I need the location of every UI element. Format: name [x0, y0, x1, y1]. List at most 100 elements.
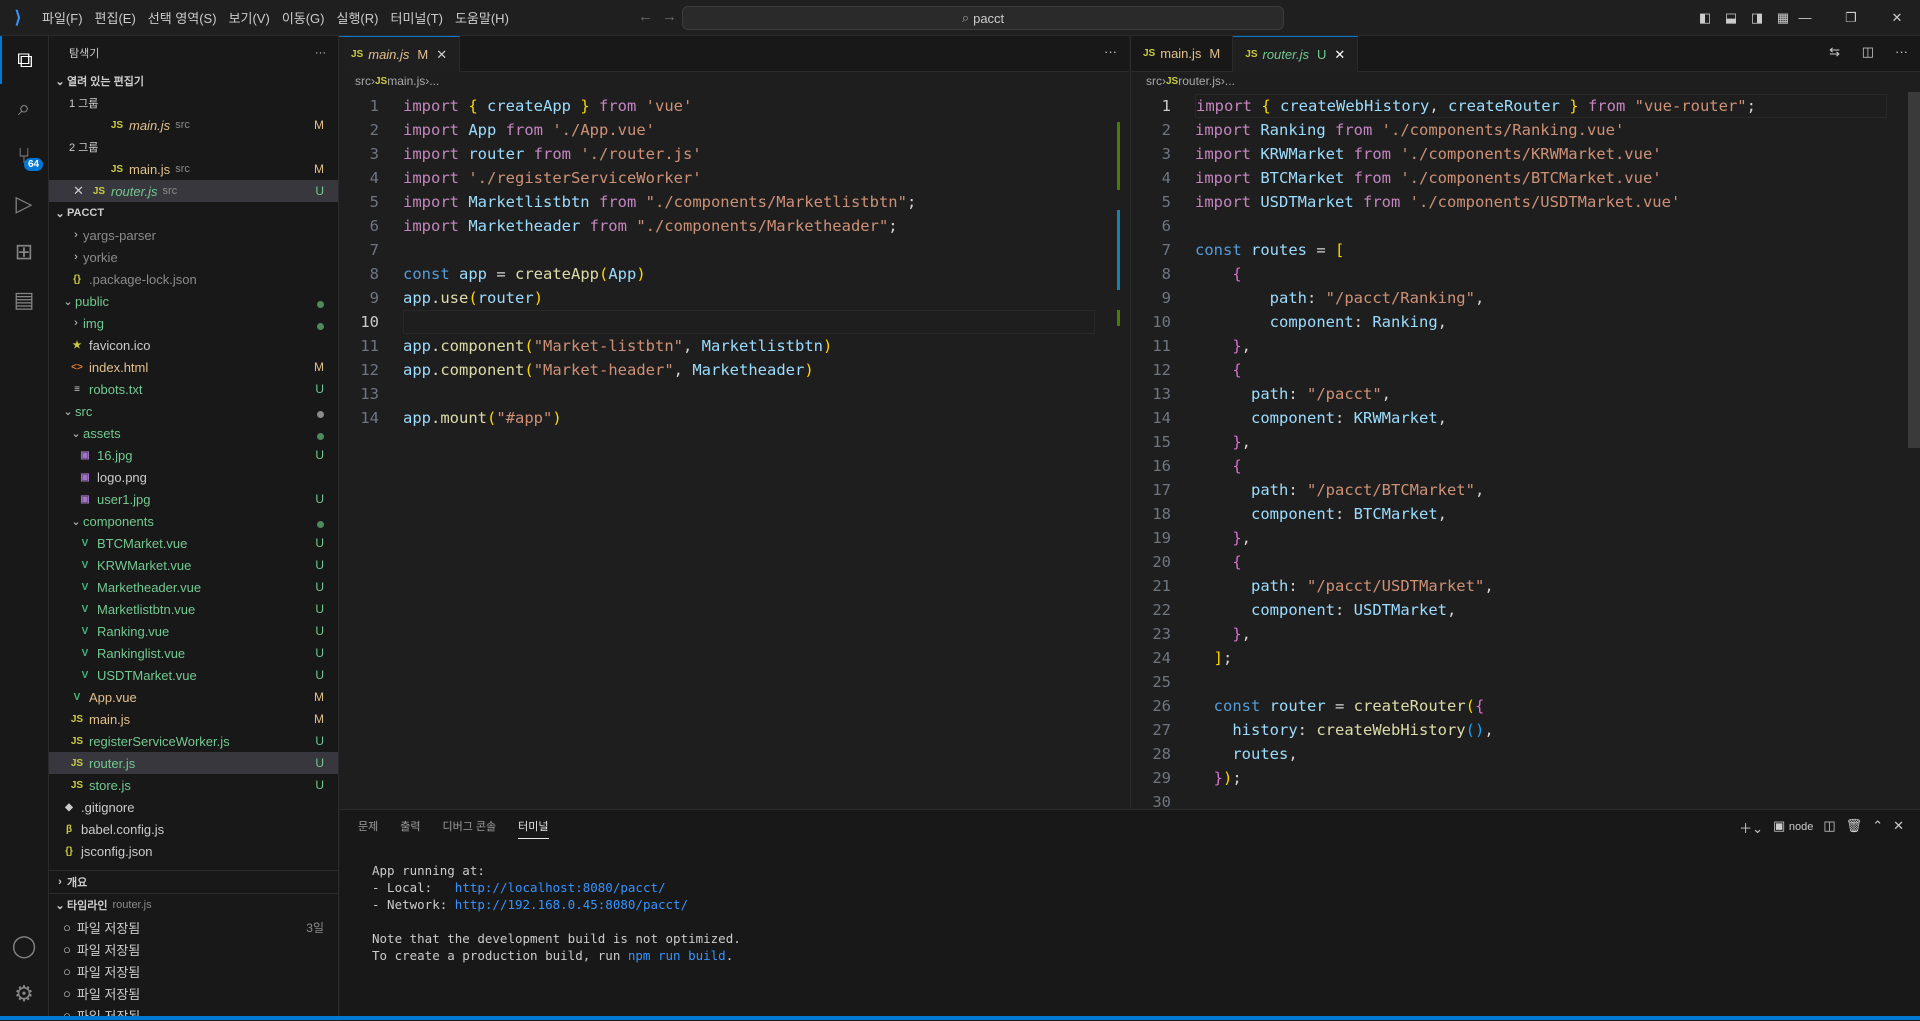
menu-item[interactable]: 실행(R)	[331, 8, 385, 27]
editor-group-1[interactable]: 1 그룹	[49, 92, 338, 114]
code-line[interactable]: import Ranking from './components/Rankin…	[1195, 118, 1624, 142]
file-tree-item[interactable]: V App.vue M	[49, 686, 338, 708]
editor-group-2[interactable]: 2 그룹	[49, 136, 338, 158]
local-url-link[interactable]: http://localhost:8080/pacct/	[455, 880, 666, 895]
code-line[interactable]: app.use(router)	[403, 286, 543, 310]
toggle-panel-icon[interactable]: ⬓	[1718, 10, 1744, 26]
code-line[interactable]: const routes = [	[1195, 238, 1344, 262]
file-tree-item[interactable]: ▣ 16.jpg U	[49, 444, 338, 466]
menu-item[interactable]: 선택 영역(S)	[142, 8, 223, 27]
code-line[interactable]: const app = createApp(App)	[403, 262, 646, 286]
code-line[interactable]: component: BTCMarket,	[1195, 502, 1447, 526]
remote-explorer-icon[interactable]: ▤	[0, 276, 48, 324]
command-center-search[interactable]: ⌕ pacct	[682, 6, 1284, 30]
tab-router-js[interactable]: JS router.js U ✕	[1233, 36, 1359, 72]
panel-tab[interactable]: 문제	[358, 818, 378, 839]
forward-arrow-icon[interactable]: →	[656, 8, 683, 25]
file-tree-item[interactable]: ⌄ public	[49, 290, 338, 312]
code-line[interactable]: path: "/pacct",	[1195, 382, 1391, 406]
more-actions-icon[interactable]: ···	[1104, 44, 1117, 59]
code-line[interactable]: history: createWebHistory(),	[1195, 718, 1493, 742]
menu-item[interactable]: 파일(F)	[36, 8, 89, 27]
code-line[interactable]: import { createWebHistory, createRouter …	[1195, 94, 1887, 118]
editor1-code[interactable]: 1 import { createApp } from 'vue' 2 import …	[339, 92, 1129, 808]
file-tree-item[interactable]: V Marketheader.vue U	[49, 576, 338, 598]
code-line[interactable]: },	[1195, 622, 1251, 646]
code-line[interactable]: import './registerServiceWorker'	[403, 166, 702, 190]
file-tree-item[interactable]: JS store.js U	[49, 774, 338, 796]
breadcrumb-item[interactable]: src	[355, 74, 371, 88]
terminal-shell-icon[interactable]: ▣ node	[1773, 818, 1813, 837]
code-line[interactable]: const router = createRouter({	[1195, 694, 1485, 718]
menu-item[interactable]: 터미널(T)	[384, 8, 448, 27]
split-terminal-icon[interactable]: ◫	[1823, 818, 1835, 837]
file-tree-item[interactable]: V Ranking.vue U	[49, 620, 338, 642]
file-tree-item[interactable]: ⌄ src	[49, 400, 338, 422]
minimize-icon[interactable]: —	[1782, 10, 1828, 25]
open-editors-section[interactable]: ⌄ 열려 있는 편집기	[49, 70, 338, 92]
breadcrumb-item[interactable]: ...	[429, 74, 439, 88]
new-terminal-icon[interactable]: ＋⌄	[1739, 818, 1763, 837]
editor2-code[interactable]: 1 import { createWebHistory, createRouter…	[1131, 92, 1920, 808]
code-line[interactable]: app.component("Market-header", Markethea…	[403, 358, 814, 382]
code-line[interactable]: import App from './App.vue'	[403, 118, 655, 142]
tab-main-js[interactable]: JS main.js M	[1131, 36, 1234, 71]
split-editor-icon[interactable]: ◫	[1862, 44, 1874, 60]
file-tree-item[interactable]: V Rankinglist.vue U	[49, 642, 338, 664]
timeline-item[interactable]: ○ 파일 저장됨	[49, 960, 338, 982]
tab-main-js[interactable]: JS main.js M ✕	[339, 36, 461, 72]
more-actions-icon[interactable]: ···	[315, 47, 326, 59]
explorer-icon[interactable]: ⧉	[0, 36, 48, 84]
timeline-item[interactable]: ○ 파일 저장됨 3일	[49, 916, 338, 938]
open-editor-item[interactable]: JS main.js src M	[49, 158, 338, 180]
file-tree-item[interactable]: ⌄ components	[49, 510, 338, 532]
code-line[interactable]: routes,	[1195, 742, 1297, 766]
code-line[interactable]: import router from './router.js'	[403, 142, 702, 166]
file-tree-item[interactable]: › yorkie	[49, 246, 338, 268]
close-panel-icon[interactable]: ✕	[1893, 818, 1904, 837]
maximize-panel-icon[interactable]: ⌃	[1872, 818, 1883, 837]
open-editor-item[interactable]: JS main.js src M	[49, 114, 338, 136]
menu-item[interactable]: 보기(V)	[223, 8, 276, 27]
close-icon[interactable]: ✕	[1874, 10, 1920, 26]
code-line[interactable]: path: "/pacct/USDTMarket",	[1195, 574, 1494, 598]
file-tree-item[interactable]: V USDTMarket.vue U	[49, 664, 338, 686]
code-line[interactable]: app.mount("#app")	[403, 406, 562, 430]
code-line[interactable]: component: Ranking,	[1195, 310, 1447, 334]
editor2-scrollbar-thumb[interactable]	[1908, 92, 1920, 448]
menu-item[interactable]: 편집(E)	[89, 8, 142, 27]
kill-terminal-icon[interactable]: 🗑	[1846, 818, 1863, 837]
file-tree-item[interactable]: ★ favicon.ico	[49, 334, 338, 356]
code-line[interactable]	[403, 310, 1095, 334]
source-control-icon[interactable]: ⑂ 64	[0, 132, 48, 180]
back-arrow-icon[interactable]: ←	[632, 8, 659, 25]
code-line[interactable]: {	[1195, 358, 1241, 382]
search-view-icon[interactable]: ⌕	[0, 84, 48, 132]
panel-tab[interactable]: 디버그 콘솔	[443, 818, 497, 839]
file-tree-item[interactable]: ≡ robots.txt U	[49, 378, 338, 400]
more-actions-icon[interactable]: ···	[1895, 44, 1908, 59]
code-line[interactable]: import KRWMarket from './components/KRWM…	[1195, 142, 1662, 166]
toggle-secondary-sidebar-icon[interactable]: ◨	[1744, 10, 1770, 26]
file-tree-item[interactable]: V KRWMarket.vue U	[49, 554, 338, 576]
open-changes-icon[interactable]: ⇆	[1829, 44, 1840, 60]
file-tree-item[interactable]: V BTCMarket.vue U	[49, 532, 338, 554]
code-line[interactable]: import Marketlistbtn from "./components/…	[403, 190, 916, 214]
code-line[interactable]: import { createApp } from 'vue'	[403, 94, 692, 118]
close-tab-icon[interactable]: ✕	[1334, 47, 1345, 63]
code-line[interactable]: },	[1195, 526, 1251, 550]
file-tree-item[interactable]: JS registerServiceWorker.js U	[49, 730, 338, 752]
file-tree-item[interactable]: ⌄ assets	[49, 422, 338, 444]
account-icon[interactable]: ◯	[0, 922, 48, 970]
code-line[interactable]: import USDTMarket from './components/USD…	[1195, 190, 1680, 214]
breadcrumb-item[interactable]: main.js	[387, 74, 425, 88]
panel-tab[interactable]: 터미널	[518, 818, 549, 839]
file-tree-item[interactable]: {} jsconfig.json	[49, 840, 338, 862]
file-tree-item[interactable]: › img	[49, 312, 338, 334]
timeline-item[interactable]: ○ 파일 저장됨	[49, 982, 338, 1004]
open-editor-item[interactable]: ✕ JS router.js src U	[49, 180, 338, 202]
network-url-link[interactable]: http://192.168.0.45:8080/pacct/	[455, 897, 688, 912]
breadcrumb-item[interactable]: src	[1146, 74, 1162, 88]
code-line[interactable]: component: KRWMarket,	[1195, 406, 1447, 430]
file-tree-item[interactable]: <> index.html M	[49, 356, 338, 378]
